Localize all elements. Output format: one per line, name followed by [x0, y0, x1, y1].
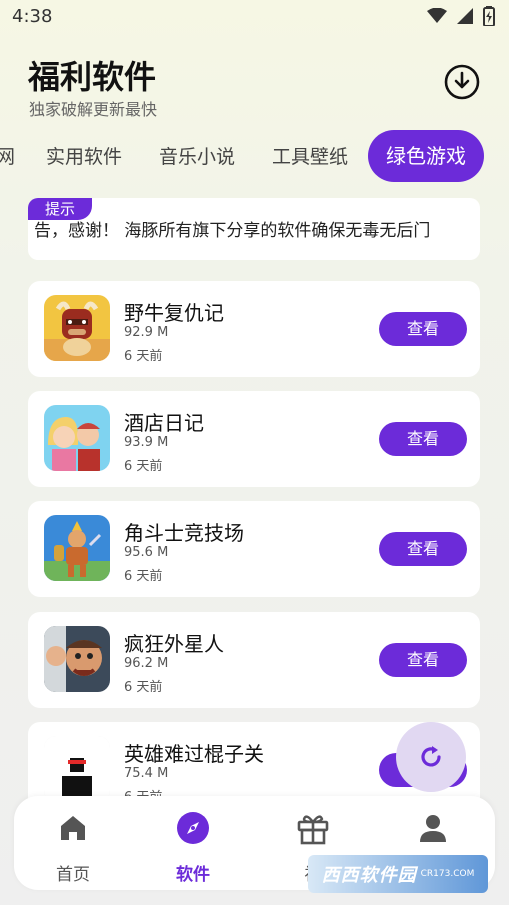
signal-icon	[457, 8, 473, 24]
status-time: 4:38	[12, 6, 53, 27]
status-icons	[427, 6, 495, 26]
tab-music-novels[interactable]: 音乐小说	[159, 142, 235, 169]
download-icon[interactable]	[444, 64, 480, 100]
gift-icon	[297, 815, 329, 845]
app-icon-stick-hero	[44, 736, 110, 802]
view-button[interactable]: 查看	[379, 422, 467, 456]
app-updated-time: 6 天前	[124, 569, 163, 584]
app-size: 95.6 M	[124, 545, 169, 560]
app-card[interactable]: 酒店日记 93.9 M 6 天前 查看	[28, 391, 480, 487]
compass-icon	[177, 812, 209, 844]
battery-icon	[483, 6, 495, 26]
tab-utility-software[interactable]: 实用软件	[46, 142, 122, 169]
nav-profile[interactable]	[388, 810, 478, 860]
watermark-logo: 西西软件园 CR173.COM	[308, 855, 488, 893]
app-size: 92.9 M	[124, 325, 169, 340]
app-card[interactable]: 野牛复仇记 92.9 M 6 天前 查看	[28, 281, 480, 377]
app-name: 野牛复仇记	[124, 301, 224, 325]
app-icon-gladiator-arena	[44, 515, 110, 581]
watermark-sub: CR173.COM	[420, 869, 475, 879]
app-icon-bull-revenge	[44, 295, 110, 361]
wifi-icon	[427, 8, 447, 23]
notice-text: 告，感谢！ 海豚所有旗下分享的软件确保无毒无后门	[34, 221, 431, 241]
app-size: 96.2 M	[124, 656, 169, 671]
view-button[interactable]: 查看	[379, 532, 467, 566]
user-icon	[420, 815, 446, 842]
nav-software-label: 软件	[176, 865, 210, 885]
nav-home-label: 首页	[56, 865, 90, 885]
app-name: 英雄难过棍子关	[124, 742, 264, 766]
app-name: 角斗士竞技场	[124, 521, 244, 545]
page-title: 福利软件	[28, 58, 157, 96]
app-card[interactable]: 疯狂外星人 96.2 M 6 天前 查看	[28, 612, 480, 708]
app-updated-time: 6 天前	[124, 349, 163, 364]
app-icon-hotel-diary	[44, 405, 110, 471]
refresh-button[interactable]	[396, 722, 466, 792]
category-tabs: 网 实用软件 音乐小说 工具壁纸 绿色游戏	[0, 130, 509, 184]
notice-banner: 告，感谢！ 海豚所有旗下分享的软件确保无毒无后门 提示	[28, 198, 480, 260]
watermark-text: 西西软件园	[321, 865, 417, 886]
nav-software[interactable]: 软件	[148, 810, 238, 885]
refresh-icon	[421, 746, 441, 767]
home-icon	[61, 816, 85, 840]
view-button[interactable]: 查看	[379, 643, 467, 677]
notice-tag: 提示	[28, 198, 92, 220]
app-name: 疯狂外星人	[124, 632, 224, 656]
app-size: 75.4 M	[124, 766, 169, 781]
view-button[interactable]: 查看	[379, 312, 467, 346]
page-subtitle: 独家破解更新最快	[29, 100, 158, 119]
tab-partial[interactable]: 网	[0, 142, 15, 169]
app-card[interactable]: 角斗士竞技场 95.6 M 6 天前 查看	[28, 501, 480, 597]
tab-tools-wallpapers[interactable]: 工具壁纸	[272, 142, 348, 169]
app-size: 93.9 M	[124, 435, 169, 450]
app-updated-time: 6 天前	[124, 680, 163, 695]
app-updated-time: 6 天前	[124, 459, 163, 474]
status-bar: 4:38	[0, 0, 509, 34]
tab-green-games[interactable]: 绿色游戏	[368, 130, 484, 182]
app-name: 酒店日记	[124, 411, 204, 435]
app-icon-crazy-alien	[44, 626, 110, 692]
nav-home[interactable]: 首页	[28, 810, 118, 885]
